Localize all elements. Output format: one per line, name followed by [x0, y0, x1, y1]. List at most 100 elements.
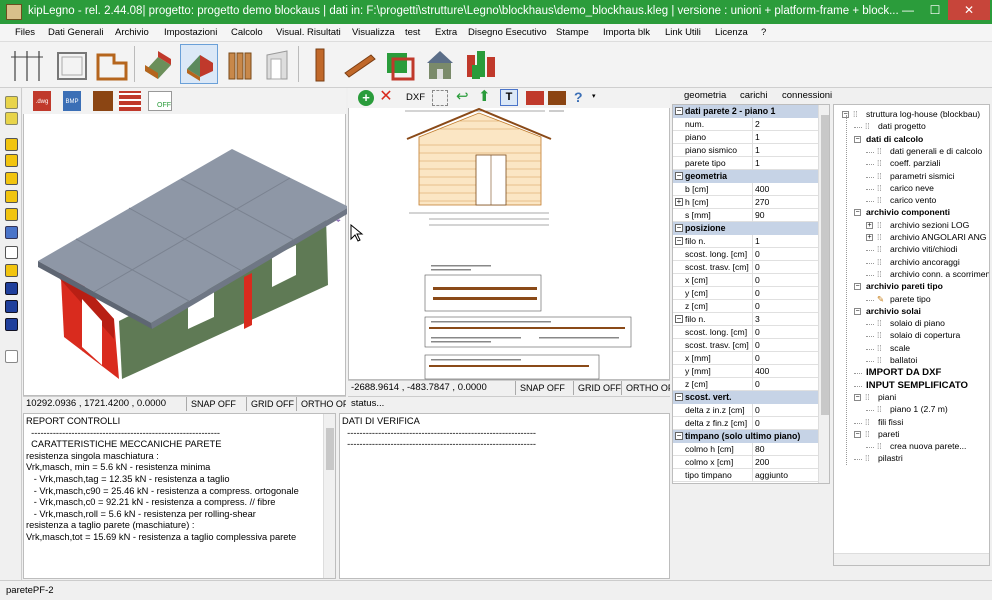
- maximize-button[interactable]: ☐: [922, 0, 948, 20]
- tree-expand-toggle-icon[interactable]: +: [866, 234, 873, 241]
- tree-expand-toggle-icon[interactable]: −: [854, 430, 861, 438]
- menu-extra[interactable]: Extra: [435, 27, 457, 38]
- tree-expand-toggle-icon[interactable]: −: [854, 393, 861, 401]
- property-value[interactable]: 0: [752, 339, 819, 352]
- report-scrollbar[interactable]: [323, 414, 335, 578]
- report-pane[interactable]: REPORT CONTROLLI -----------------------…: [23, 413, 336, 579]
- property-value[interactable]: 270: [752, 196, 819, 209]
- tree-node[interactable]: parete tipo: [890, 294, 931, 305]
- tree-expand-toggle-icon[interactable]: −: [854, 209, 861, 217]
- tree-node[interactable]: solaio di copertura: [890, 330, 960, 341]
- property-value[interactable]: 0: [752, 274, 819, 287]
- property-value[interactable]: 80: [752, 443, 819, 456]
- property-value[interactable]: 200: [752, 456, 819, 469]
- project-tree[interactable]: − ⁞⁞ struttura log-house (blockbau) ⁞⁞ dati …: [833, 104, 990, 566]
- axis-icon[interactable]: [5, 350, 18, 363]
- menu-test[interactable]: test: [405, 27, 420, 38]
- tree-node[interactable]: carico vento: [890, 195, 936, 206]
- tree-node[interactable]: piano 1 (2.7 m): [890, 404, 948, 415]
- property-value[interactable]: 400: [752, 183, 819, 196]
- property-row[interactable]: scost. long. [cm] 0: [673, 248, 819, 261]
- property-category[interactable]: − scost. vert.: [673, 391, 819, 404]
- select-shape-icon[interactable]: [432, 90, 448, 106]
- floor-plan-outline-icon[interactable]: [52, 44, 90, 84]
- collapse-toggle-icon[interactable]: −: [675, 107, 683, 115]
- property-row[interactable]: scost. trasv. [cm] 0: [673, 339, 819, 352]
- property-value[interactable]: 0: [752, 326, 819, 339]
- tree-node[interactable]: solaio di piano: [890, 318, 945, 329]
- view-front-icon[interactable]: [5, 138, 18, 151]
- property-row[interactable]: parete tipo 1: [673, 157, 819, 170]
- view-3d-panel[interactable]: [23, 88, 349, 396]
- property-row[interactable]: z [cm] 0: [673, 300, 819, 313]
- property-category[interactable]: − timpano (solo ultimo piano): [673, 430, 819, 443]
- tree-node[interactable]: archivio componenti: [866, 207, 950, 218]
- tree-node[interactable]: archivio solai: [866, 306, 921, 317]
- property-value[interactable]: 0: [752, 261, 819, 274]
- expand-toggle-icon[interactable]: −: [675, 237, 683, 245]
- close-button[interactable]: ✕: [948, 0, 990, 20]
- grid-off-button[interactable]: OFF: [148, 91, 172, 111]
- property-row[interactable]: delta z in.z [cm] 0: [673, 404, 819, 417]
- text-tool-icon[interactable]: T: [500, 89, 518, 106]
- snap-3d-toggle[interactable]: SNAP OFF: [186, 397, 246, 411]
- property-value[interactable]: 2: [752, 118, 819, 131]
- property-row[interactable]: + h [cm] 270: [673, 196, 819, 209]
- dxf-button[interactable]: DXF: [406, 92, 425, 103]
- property-row[interactable]: scost. trasv. [cm] 0: [673, 261, 819, 274]
- wall-panel-icon[interactable]: [258, 44, 296, 84]
- tab-geometria[interactable]: geometria: [684, 89, 726, 103]
- property-row[interactable]: b [cm] 400: [673, 183, 819, 196]
- ortho-3d-toggle[interactable]: ORTHO OF: [296, 397, 346, 411]
- property-value[interactable]: 400: [752, 365, 819, 378]
- export-bmp-button[interactable]: BMP: [63, 91, 81, 111]
- tree-node[interactable]: piani: [878, 392, 896, 403]
- tab-carichi[interactable]: carichi: [740, 89, 767, 103]
- shaded-icon[interactable]: [5, 282, 18, 295]
- property-value[interactable]: 0: [752, 287, 819, 300]
- collapse-toggle-icon[interactable]: −: [675, 172, 683, 180]
- property-value[interactable]: 1: [752, 144, 819, 157]
- zoom-in-icon[interactable]: [5, 96, 18, 109]
- tree-node[interactable]: archivio ancoraggi: [890, 257, 960, 268]
- expand-toggle-icon[interactable]: +: [675, 198, 683, 206]
- property-row[interactable]: y [cm] 0: [673, 287, 819, 300]
- floor-plan-wood-icon[interactable]: [92, 44, 130, 84]
- menu-visual-risultati[interactable]: Visual. Risultati: [276, 27, 341, 38]
- tree-node[interactable]: parametri sismici: [890, 171, 954, 182]
- tree-expand-toggle-icon[interactable]: −: [854, 307, 861, 315]
- tree-expand-toggle-icon[interactable]: −: [854, 283, 861, 291]
- property-value[interactable]: 0: [752, 248, 819, 261]
- property-row[interactable]: x [cm] 0: [673, 274, 819, 287]
- tree-node[interactable]: pilastri: [878, 453, 903, 464]
- property-value[interactable]: 0: [752, 417, 819, 430]
- model-3d-walls-icon[interactable]: [138, 44, 176, 84]
- menu-stampe[interactable]: Stampe: [556, 27, 589, 38]
- tree-node[interactable]: scale: [890, 343, 910, 354]
- property-category[interactable]: − geometria: [673, 170, 819, 183]
- property-category[interactable]: − dati parete 2 - piano 1: [673, 105, 819, 118]
- tree-node[interactable]: archivio sezioni LOG: [890, 220, 969, 231]
- collapse-toggle-icon[interactable]: −: [675, 393, 683, 401]
- beam-icon[interactable]: [340, 44, 378, 84]
- tree-expand-toggle-icon[interactable]: −: [854, 135, 861, 143]
- tab-connessioni[interactable]: connessioni: [782, 89, 832, 103]
- delete-icon[interactable]: ✕: [378, 89, 394, 105]
- column-icon[interactable]: [300, 44, 338, 84]
- house-3d-icon[interactable]: [420, 44, 458, 84]
- help-dropdown-chevron-icon[interactable]: ▾: [592, 92, 596, 100]
- property-category[interactable]: − posizione: [673, 222, 819, 235]
- tree-node[interactable]: dati generali e di calcolo: [890, 146, 982, 157]
- collapse-toggle-icon[interactable]: −: [675, 224, 683, 232]
- property-value[interactable]: 1: [752, 157, 819, 170]
- view-2d-panel[interactable]: [348, 88, 670, 380]
- tree-node[interactable]: dati di calcolo: [866, 134, 923, 145]
- add-icon[interactable]: +: [358, 90, 374, 106]
- menu-visualizza[interactable]: Visualizza: [352, 27, 395, 38]
- tree-node[interactable]: pareti: [878, 429, 900, 440]
- tree-node[interactable]: crea nuova parete...: [890, 441, 966, 452]
- zoom-out-icon[interactable]: [5, 112, 18, 125]
- brick-wall-icon[interactable]: [119, 91, 141, 111]
- tree-node[interactable]: carico neve: [890, 183, 934, 194]
- property-row[interactable]: s [mm] 90: [673, 209, 819, 222]
